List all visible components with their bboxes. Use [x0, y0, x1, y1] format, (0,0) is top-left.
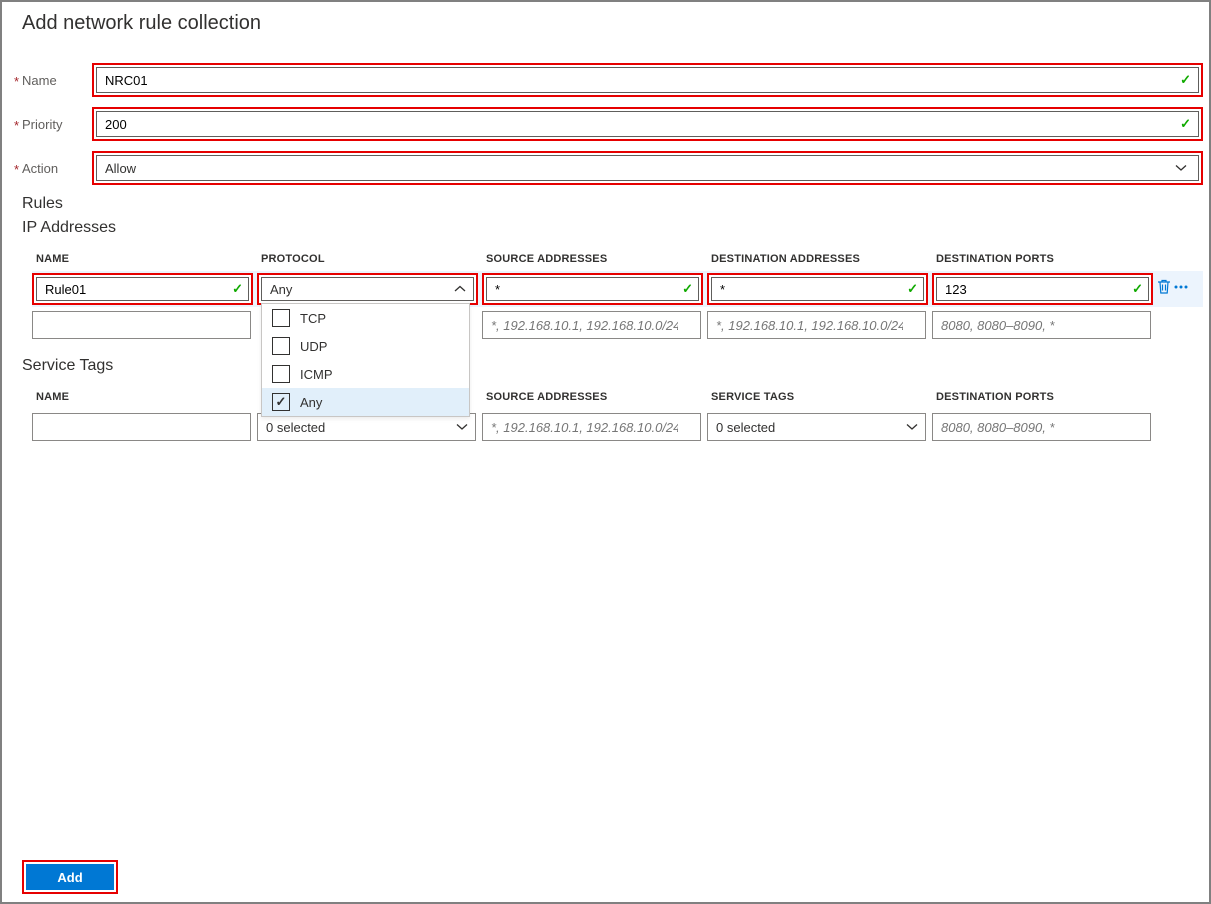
ip-rule-row-empty	[32, 307, 1203, 343]
rule-ports-input[interactable]	[932, 311, 1151, 339]
checkbox-icon	[272, 309, 290, 327]
checkbox-checked-icon	[272, 393, 290, 411]
service-tags-table: NAME PROTOCOL SOURCE ADDRESSES SERVICE T…	[32, 385, 1203, 445]
priority-input[interactable]	[96, 111, 1199, 137]
tag-source-input[interactable]	[482, 413, 701, 441]
rule-dest-input[interactable]	[707, 311, 926, 339]
action-select[interactable]: Allow	[96, 155, 1199, 181]
tag-protocol-select[interactable]: 0 selected	[257, 413, 476, 441]
service-tags-heading: Service Tags	[22, 357, 1203, 375]
rule-source-input[interactable]	[482, 311, 701, 339]
protocol-option-icmp[interactable]: ICMP	[262, 360, 469, 388]
tags-table-header: NAME PROTOCOL SOURCE ADDRESSES SERVICE T…	[32, 385, 1203, 409]
protocol-dropdown-menu: TCP UDP ICMP Any	[261, 303, 470, 417]
rule-protocol-select[interactable]: Any	[261, 277, 474, 301]
more-icon[interactable]	[1173, 279, 1189, 295]
protocol-option-udp[interactable]: UDP	[262, 332, 469, 360]
protocol-option-any[interactable]: Any	[262, 388, 469, 416]
ip-table-header: NAME PROTOCOL SOURCE ADDRESSES DESTINATI…	[32, 247, 1203, 271]
rule-ports-input[interactable]	[936, 277, 1149, 301]
field-row-name: Name ✓	[22, 63, 1203, 97]
chevron-down-icon	[456, 423, 468, 431]
page-title: Add network rule collection	[22, 12, 1189, 35]
protocol-option-tcp[interactable]: TCP	[262, 304, 469, 332]
field-row-action: Action Allow	[22, 151, 1203, 185]
name-input[interactable]	[96, 67, 1199, 93]
field-row-priority: Priority ✓	[22, 107, 1203, 141]
rules-heading: Rules	[22, 195, 1203, 213]
delete-icon[interactable]	[1157, 279, 1171, 295]
tag-ports-input[interactable]	[932, 413, 1151, 441]
ip-rules-table: NAME PROTOCOL SOURCE ADDRESSES DESTINATI…	[32, 247, 1203, 343]
ip-rule-row: ✓ Any TCP	[32, 271, 1203, 307]
rule-dest-input[interactable]	[711, 277, 924, 301]
add-button[interactable]: Add	[26, 864, 114, 890]
service-tag-row: 0 selected 0 selected	[32, 409, 1203, 445]
tag-service-tags-select[interactable]: 0 selected	[707, 413, 926, 441]
action-label: Action	[22, 161, 92, 176]
name-label: Name	[22, 73, 92, 88]
rule-source-input[interactable]	[486, 277, 699, 301]
checkbox-icon	[272, 337, 290, 355]
rule-name-input[interactable]	[32, 311, 251, 339]
checkbox-icon	[272, 365, 290, 383]
ip-addresses-heading: IP Addresses	[22, 219, 1203, 237]
tag-rule-name-input[interactable]	[32, 413, 251, 441]
rule-name-input[interactable]	[36, 277, 249, 301]
priority-label: Priority	[22, 117, 92, 132]
chevron-down-icon	[906, 423, 918, 431]
